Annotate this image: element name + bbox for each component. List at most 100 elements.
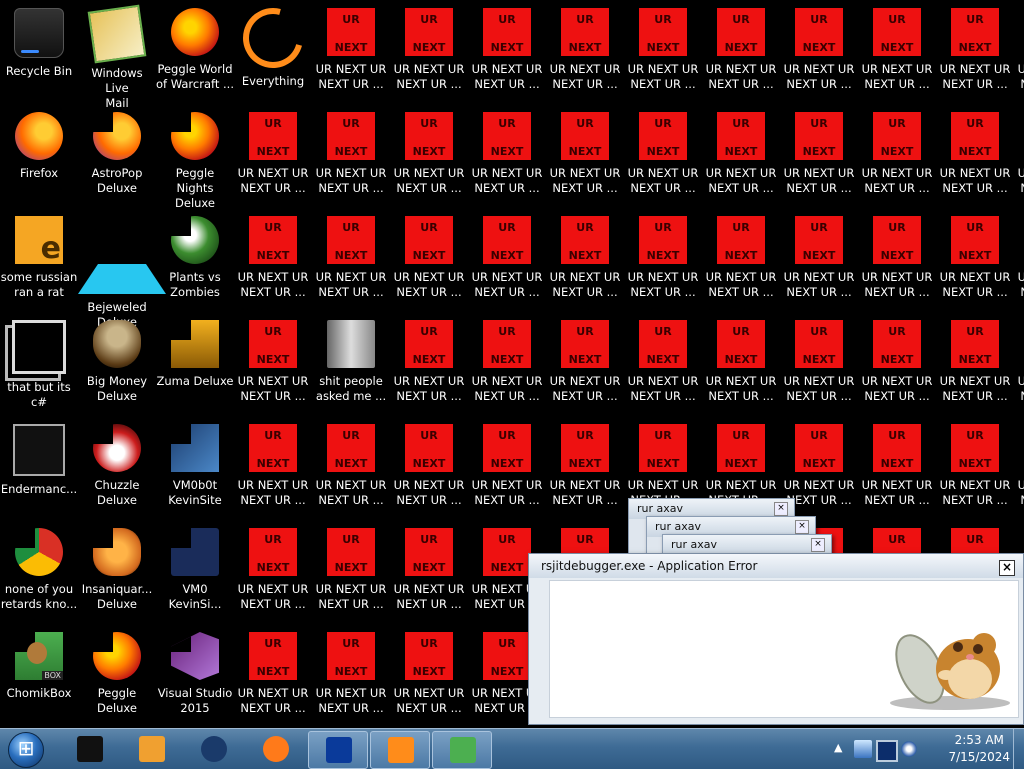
desktop-icon-ur-next[interactable]: URNEXTUR NEXT UR NEXT UR ...: [468, 420, 546, 520]
desktop-icon-ur-next[interactable]: URNEXTUR NEXT UR NEXT UR ...: [702, 212, 780, 312]
desktop-icon-ur-next[interactable]: URNEXTUR NEXT UR NEXT UR ...: [702, 4, 780, 104]
close-icon[interactable]: ×: [774, 502, 788, 516]
desktop-icon-ur-next[interactable]: URNEXTUR NEXT UR NEXT UR ...: [858, 108, 936, 208]
desktop-icon-endermanch[interactable]: Endermanc...: [0, 420, 78, 520]
desktop-icon-big-money-deluxe[interactable]: Big Money Deluxe: [78, 316, 156, 416]
desktop-icon-ur-next[interactable]: URNEXTUR NEXT UR NEXT UR ...: [624, 108, 702, 208]
desktop-icon-bejeweled-deluxe[interactable]: Bejeweled Deluxe: [78, 212, 166, 329]
desktop-icon-ur-next[interactable]: URNEXTUR NEXT UR NEXT UR ...: [312, 524, 390, 624]
desktop-icon-ur-next[interactable]: URNEXTUR NEXT UR NEXT UR ...: [390, 316, 468, 416]
desktop-icon-ur-next[interactable]: URNEXTUR NEXT UR NEXT UR ...: [390, 628, 468, 728]
desktop-icon-ur-next[interactable]: URNEXTUR NEXT UR NEXT UR ...: [390, 4, 468, 104]
desktop-icon-firefox[interactable]: Firefox: [0, 108, 78, 208]
desktop-icon-chrome[interactable]: none of you retards kno...: [0, 524, 78, 624]
desktop-icon-ur-next[interactable]: URNEXTUR NEXT UR NEXT UR ...: [468, 212, 546, 312]
desktop-icon-ur-next[interactable]: URNEXTUR NEXT UR NEXT UR ...: [312, 108, 390, 208]
taskbar-button-media-player[interactable]: [122, 731, 180, 767]
desktop-icon-vm0-kevinsite[interactable]: VM0 KevinSi...: [156, 524, 234, 624]
desktop-icon-recycle-bin[interactable]: Recycle Bin: [0, 4, 78, 104]
desktop-icon-ur-next[interactable]: URNEXTUR NEXT UR NEXT UR ...: [468, 108, 546, 208]
desktop-icon-plants-vs-zombies[interactable]: Plants vs Zombies: [156, 212, 234, 312]
show-hidden-icons-icon[interactable]: ▲: [834, 741, 842, 754]
start-button[interactable]: [4, 731, 48, 768]
volume-icon[interactable]: [900, 740, 918, 758]
desktop-icon-ur-next[interactable]: URNEXTUR NEXT UR NEXT UR ...: [702, 108, 780, 208]
desktop-icon-ur-next[interactable]: URNEXTUR NEXT UR NEXT UR ...: [234, 316, 312, 416]
close-icon[interactable]: ×: [795, 520, 809, 534]
desktop-icon-insaniquarium-deluxe[interactable]: Insaniquar... Deluxe: [78, 524, 156, 624]
taskbar-button-chomikbox[interactable]: [432, 731, 492, 769]
desktop-icon-chuzzle-deluxe[interactable]: Chuzzle Deluxe: [78, 420, 156, 520]
desktop-icon-ur-next[interactable]: URNEXTUR NEXT UR NEXT UR ...: [624, 212, 702, 312]
desktop-icon-zuma-deluxe[interactable]: Zuma Deluxe: [156, 316, 234, 416]
show-desktop-button[interactable]: [1013, 729, 1024, 769]
desktop-icon-ur-next[interactable]: URNEXTUR NEXT UR NEXT UR ...: [858, 4, 936, 104]
desktop-icon-ur-next[interactable]: URNEXTUR NEXT UR NEXT UR ...: [234, 524, 312, 624]
taskbar-button-desktop[interactable]: [60, 731, 118, 767]
desktop-icon-ur-next[interactable]: URNEXTUR NEXT UR NEXT UR ...: [234, 628, 312, 728]
desktop-icon-ur-next[interactable]: URNEXTUR NEXT UR NEXT UR ...: [936, 420, 1014, 520]
desktop-icon-ur-next[interactable]: URNEXTUR NEXT UR NEXT UR ...: [312, 628, 390, 728]
network-icon[interactable]: [854, 740, 872, 758]
desktop-icon-ur-next[interactable]: URNEXTUR NEXT UR NEXT UR ...: [780, 4, 858, 104]
desktop-icon-ur-next[interactable]: URNEXTUR NEXT UR NEXT UR ...: [624, 4, 702, 104]
desktop-icon-ur-next[interactable]: URNEXTUR NEXT UR NEXT UR ...: [234, 212, 312, 312]
desktop-icon-ur-next[interactable]: URNEXTUR NEXT UR NEXT UR ...: [936, 108, 1014, 208]
desktop-icon-ur-next[interactable]: URNEXTUR NEXT UR NEXT UR ...: [546, 316, 624, 416]
desktop-icon-ur-next[interactable]: URNEXTUR NEXT UR NEXT UR ...: [312, 420, 390, 520]
desktop-icon-vm0b0t-kevinsite[interactable]: VM0b0t KevinSite: [156, 420, 234, 520]
desktop-icon-folder[interactable]: shit people asked me ...: [312, 316, 390, 416]
desktop-icon-ur-next[interactable]: URNEXTUR NEXT UR NEXT UR ...: [546, 420, 624, 520]
desktop-icon-ur-next[interactable]: URNEXTUR NEXT UR NEXT UR ...: [390, 524, 468, 624]
desktop-icon-ur-next[interactable]: URNEXTUR NEXT UR NEXT UR ...: [312, 4, 390, 104]
ur-next-icon: URNEXT: [873, 216, 921, 264]
desktop-icon-ur-next[interactable]: URNEXTUR NEXT UR NEXT UR ...: [546, 108, 624, 208]
desktop-icon-that-but-its-csharp[interactable]: that but its c#: [0, 316, 78, 416]
desktop-icon-ur-next[interactable]: URNEXTUR NEXT UR NEXT UR ...: [468, 4, 546, 104]
desktop-icon-astropop-deluxe[interactable]: AstroPop Deluxe: [78, 108, 156, 208]
desktop-icon-everything-search[interactable]: Everything: [232, 0, 314, 104]
desktop-icon-ur-next[interactable]: URNEXTUR NEXT UR NEXT UR ...: [390, 212, 468, 312]
monitor-icon[interactable]: [876, 740, 898, 762]
desktop-icon-ur-next[interactable]: URNEXTUR NEXT UR NEXT UR ...: [624, 316, 702, 416]
desktop-icon-ur-next[interactable]: URNEXTUR NEXT UR NEXT UR ...: [312, 212, 390, 312]
desktop-icon-peggle-nights-deluxe[interactable]: Peggle Nights Deluxe: [156, 108, 234, 210]
desktop-icon-ur-next[interactable]: URNEXTUR NEXT UR NEXT UR ...: [936, 212, 1014, 312]
close-icon[interactable]: ×: [811, 538, 825, 552]
taskbar-button-zuma[interactable]: [370, 731, 430, 769]
desktop-icon-peggle-world-of-warcraft[interactable]: Peggle World of Warcraft ...: [156, 4, 234, 104]
desktop-icon-ur-next[interactable]: URNEXTUR NEXT UR NEXT UR ...: [234, 108, 312, 208]
desktop-icon-ur-next[interactable]: URNEXTUR NEXT UR NEXT UR ...: [1014, 108, 1024, 208]
desktop-icon-ur-next[interactable]: URNEXTUR NEXT UR NEXT UR ...: [858, 212, 936, 312]
desktop-icon-ur-next[interactable]: URNEXTUR NEXT UR NEXT UR ...: [702, 316, 780, 416]
desktop-icon-ur-next[interactable]: URNEXTUR NEXT UR NEXT UR ...: [858, 420, 936, 520]
desktop-icon-ur-next[interactable]: URNEXTUR NEXT UR NEXT UR ...: [780, 212, 858, 312]
taskbar-button-globe[interactable]: [184, 731, 242, 767]
desktop-icon-ur-next[interactable]: URNEXTUR NEXT UR NEXT UR ...: [390, 108, 468, 208]
desktop-icon-ur-next[interactable]: URNEXTUR NEXT UR NEXT UR ...: [234, 420, 312, 520]
close-button[interactable]: ×: [999, 560, 1015, 576]
desktop-icon-ur-next[interactable]: URNEXTUR NEXT UR NEXT UR ...: [546, 4, 624, 104]
ur-next-icon: URNEXT: [951, 320, 999, 368]
desktop-icon-visual-studio-2015[interactable]: Visual Studio 2015: [156, 628, 234, 728]
desktop-icon-ur-next[interactable]: URNEXTUR NEXT UR NEXT UR ...: [1014, 316, 1024, 416]
desktop-icon-ur-next[interactable]: URNEXTUR NEXT UR NEXT UR ...: [936, 316, 1014, 416]
taskbar-button-phone[interactable]: [308, 731, 368, 769]
desktop-icon-ur-next[interactable]: URNEXTUR NEXT UR NEXT UR ...: [1014, 212, 1024, 312]
desktop-icon-some-russian-ran-a-rat[interactable]: some russian ran a rat: [0, 212, 78, 312]
desktop-icon-label: Peggle Nights Deluxe: [175, 166, 215, 210]
desktop-icon-ur-next[interactable]: URNEXTUR NEXT UR NEXT UR ...: [936, 4, 1014, 104]
desktop-icon-windows-live-mail[interactable]: Windows Live Mail: [78, 4, 156, 110]
desktop-icon-ur-next[interactable]: URNEXTUR NEXT UR NEXT UR ...: [780, 316, 858, 416]
desktop-icon-ur-next[interactable]: URNEXTUR NEXT UR NEXT UR ...: [390, 420, 468, 520]
desktop-icon-ur-next[interactable]: URNEXTUR NEXT UR NEXT UR ...: [1014, 4, 1024, 104]
desktop-icon-ur-next[interactable]: URNEXTUR NEXT UR NEXT UR ...: [858, 316, 936, 416]
desktop-icon-ur-next[interactable]: URNEXTUR NEXT UR NEXT UR ...: [780, 108, 858, 208]
desktop-icon-peggle-deluxe[interactable]: Peggle Deluxe: [78, 628, 156, 728]
clock[interactable]: 2:53 AM 7/15/2024: [948, 732, 1010, 766]
taskbar-button-firefox[interactable]: [246, 731, 304, 767]
desktop-icon-ur-next[interactable]: URNEXTUR NEXT UR NEXT UR ...: [1014, 420, 1024, 520]
desktop-icon-ur-next[interactable]: URNEXTUR NEXT UR NEXT UR ...: [468, 316, 546, 416]
desktop-icon-ur-next[interactable]: URNEXTUR NEXT UR NEXT UR ...: [546, 212, 624, 312]
desktop-icon-chomikbox[interactable]: BOX ChomikBox: [0, 628, 78, 728]
